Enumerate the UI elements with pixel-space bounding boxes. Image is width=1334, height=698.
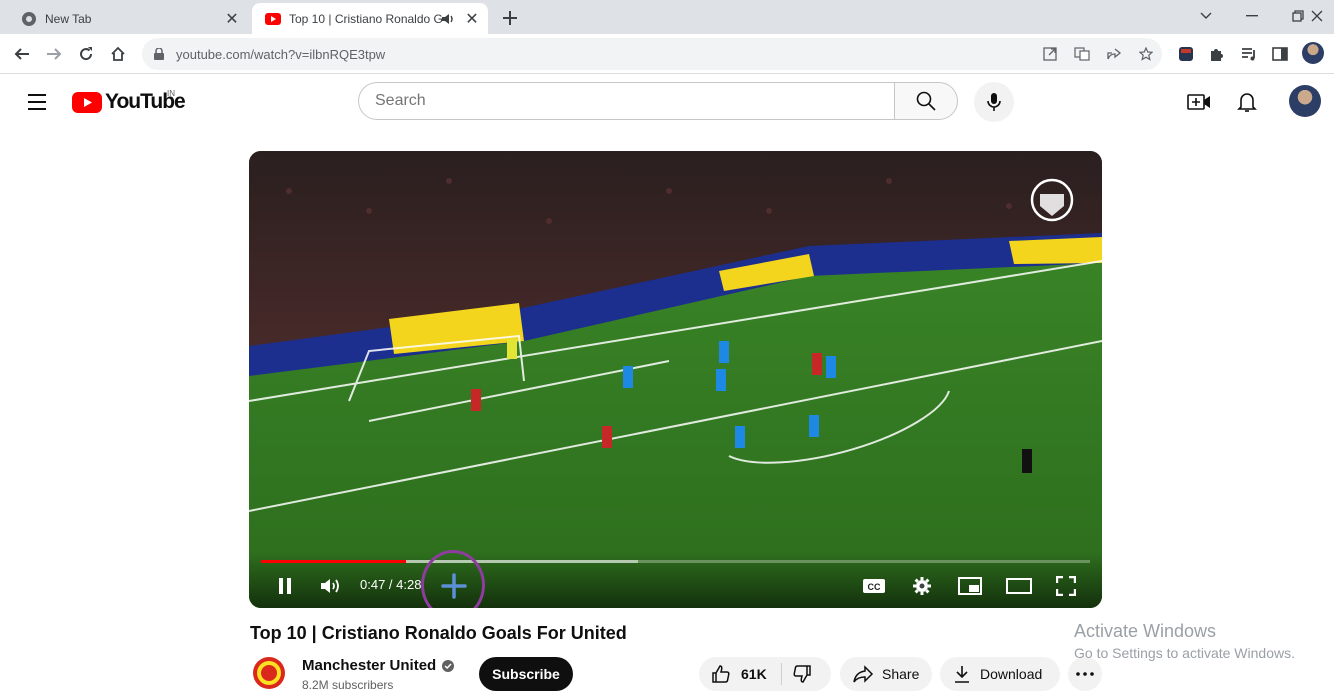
close-icon[interactable]: ✕ bbox=[462, 9, 482, 29]
fullscreen-icon[interactable] bbox=[1052, 571, 1080, 601]
forward-arrow-icon[interactable] bbox=[40, 40, 68, 68]
add-plus-icon[interactable] bbox=[439, 571, 469, 601]
channel-avatar[interactable] bbox=[251, 655, 287, 691]
manchester-united-crest-icon bbox=[1024, 176, 1080, 224]
back-arrow-icon[interactable] bbox=[8, 40, 36, 68]
search-button[interactable] bbox=[894, 82, 958, 120]
account-avatar[interactable] bbox=[1289, 85, 1321, 117]
download-label: Download bbox=[980, 666, 1043, 682]
country-code: IN bbox=[167, 89, 175, 98]
side-panel-icon[interactable] bbox=[1268, 42, 1292, 66]
open-in-app-icon[interactable] bbox=[1034, 42, 1066, 66]
window-close-icon[interactable] bbox=[1300, 4, 1334, 28]
chrome-icon bbox=[21, 11, 37, 27]
browser-tabstrip: New Tab ✕ Top 10 | Cristiano Ronaldo G ✕ bbox=[0, 0, 1334, 34]
search-input[interactable]: Search bbox=[358, 82, 895, 120]
tab-youtube-video[interactable]: Top 10 | Cristiano Ronaldo G ✕ bbox=[252, 3, 488, 34]
manchester-united-logo-icon bbox=[253, 657, 285, 689]
video-player[interactable]: 0:47 / 4:28 CC bbox=[249, 151, 1102, 608]
close-icon[interactable]: ✕ bbox=[222, 9, 242, 29]
time-display: 0:47 / 4:28 bbox=[360, 577, 421, 592]
youtube-header: YouTube IN Search bbox=[0, 74, 1334, 130]
create-video-icon[interactable] bbox=[1185, 88, 1213, 116]
voice-search-button[interactable] bbox=[974, 82, 1014, 122]
time-current: 0:47 bbox=[360, 577, 386, 592]
played-bar bbox=[261, 560, 407, 563]
like-divider bbox=[780, 663, 782, 685]
download-button[interactable]: Download bbox=[940, 657, 1060, 691]
video-title: Top 10 | Cristiano Ronaldo Goals For Uni… bbox=[250, 623, 627, 643]
tab-new-tab[interactable]: New Tab ✕ bbox=[8, 3, 248, 34]
like-thumb-icon[interactable] bbox=[711, 664, 731, 684]
extension-app-icon[interactable] bbox=[1174, 42, 1198, 66]
time-total: 4:28 bbox=[396, 577, 422, 592]
theater-mode-icon[interactable] bbox=[1004, 571, 1034, 601]
dislike-thumb-icon[interactable] bbox=[792, 664, 812, 684]
subtitles-cc-icon[interactable]: CC bbox=[860, 571, 888, 601]
channel-name[interactable]: Manchester United bbox=[302, 657, 455, 674]
download-icon bbox=[954, 665, 970, 683]
miniplayer-icon[interactable] bbox=[956, 571, 984, 601]
share-button[interactable]: Share bbox=[840, 657, 932, 691]
search-icon bbox=[916, 91, 936, 111]
browser-toolbar: youtube.com/watch?v=ilbnRQE3tpw bbox=[0, 34, 1334, 74]
verified-check-icon bbox=[442, 659, 455, 672]
activate-windows-subtitle: Go to Settings to activate Windows. bbox=[1074, 645, 1295, 661]
youtube-play-logo-icon bbox=[72, 91, 102, 113]
notifications-bell-icon[interactable] bbox=[1233, 88, 1261, 116]
tab-title: Top 10 | Cristiano Ronaldo G bbox=[289, 11, 442, 26]
home-icon[interactable] bbox=[104, 40, 132, 68]
bookmark-star-icon[interactable] bbox=[1130, 42, 1162, 66]
volume-icon[interactable] bbox=[317, 571, 345, 601]
speaker-icon[interactable] bbox=[442, 13, 458, 25]
tab-title: New Tab bbox=[45, 11, 92, 26]
subscriber-count: 8.2M subscribers bbox=[302, 678, 394, 692]
media-queue-icon[interactable] bbox=[1237, 42, 1261, 66]
video-frame bbox=[249, 151, 1102, 608]
minimize-icon[interactable] bbox=[1230, 4, 1274, 28]
time-separator: / bbox=[385, 577, 397, 592]
url-text[interactable]: youtube.com/watch?v=ilbnRQE3tpw bbox=[176, 47, 1034, 62]
share-arrow-icon bbox=[852, 665, 874, 683]
like-count[interactable]: 61K bbox=[741, 666, 767, 682]
progress-bar[interactable] bbox=[261, 560, 1090, 563]
subscribe-button[interactable]: Subscribe bbox=[479, 657, 573, 691]
menu-icon[interactable] bbox=[24, 90, 50, 114]
translate-icon[interactable] bbox=[1066, 42, 1098, 66]
extensions-puzzle-icon[interactable] bbox=[1205, 42, 1229, 66]
search-placeholder: Search bbox=[375, 92, 426, 109]
more-horizontal-icon bbox=[1076, 672, 1094, 676]
share-label: Share bbox=[882, 666, 920, 682]
channel-name-text[interactable]: Manchester United bbox=[302, 657, 436, 674]
svg-text:CC: CC bbox=[868, 582, 881, 592]
lock-icon[interactable] bbox=[154, 48, 168, 60]
new-tab-plus-icon[interactable] bbox=[498, 6, 522, 30]
reload-icon[interactable] bbox=[72, 40, 100, 68]
browser-profile-avatar[interactable] bbox=[1302, 42, 1324, 64]
microphone-icon bbox=[987, 93, 1001, 111]
address-bar[interactable]: youtube.com/watch?v=ilbnRQE3tpw bbox=[142, 38, 1162, 70]
pause-icon[interactable] bbox=[271, 571, 299, 601]
like-dislike-group: 61K bbox=[699, 657, 831, 691]
chevron-down-icon[interactable] bbox=[1184, 4, 1228, 28]
share-page-icon[interactable] bbox=[1098, 42, 1130, 66]
activate-windows-title: Activate Windows bbox=[1074, 621, 1217, 641]
settings-gear-icon[interactable] bbox=[908, 571, 936, 601]
youtube-icon bbox=[265, 11, 281, 27]
more-actions-button[interactable] bbox=[1068, 657, 1102, 691]
